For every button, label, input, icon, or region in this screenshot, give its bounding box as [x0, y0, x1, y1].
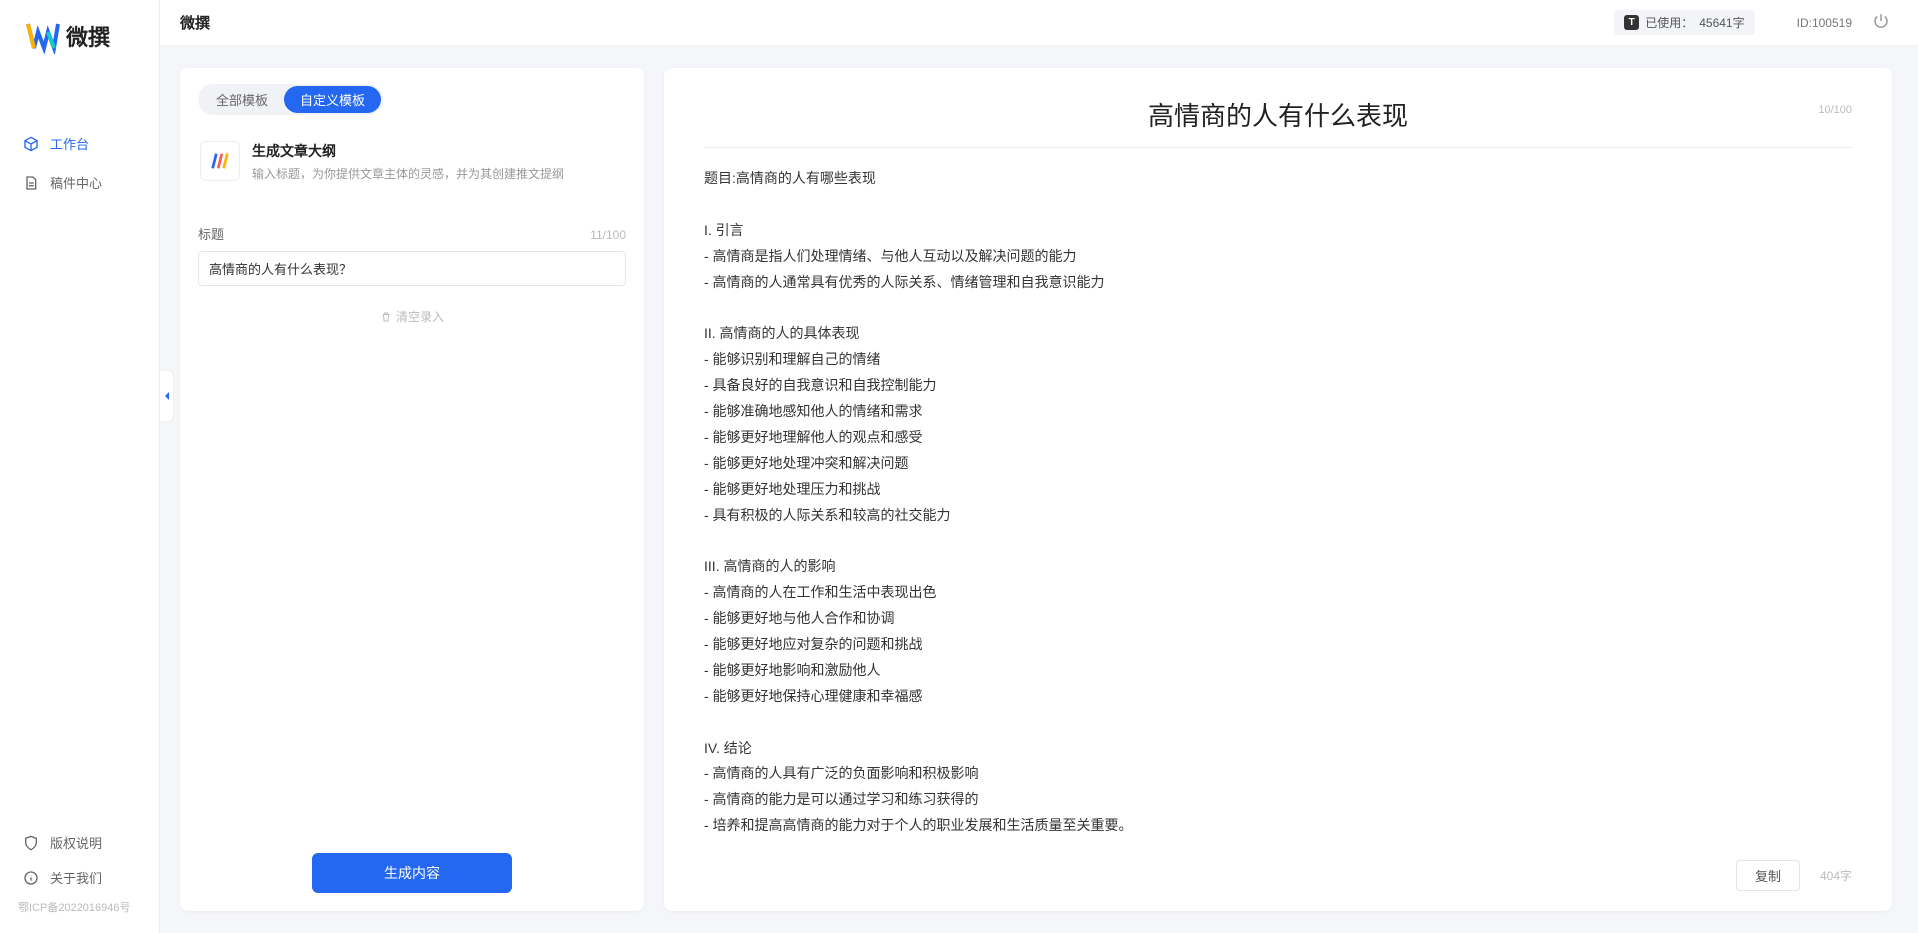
- nav-label: 稿件中心: [50, 173, 102, 192]
- trash-icon: [380, 311, 392, 323]
- nav-about[interactable]: 关于我们: [0, 860, 159, 895]
- title-label: 标题: [198, 224, 224, 243]
- user-id: ID:100519: [1797, 16, 1852, 30]
- clear-label: 清空录入: [396, 308, 444, 325]
- nav-label: 版权说明: [50, 833, 102, 852]
- topbar: 微撰 T 已使用： 45641字 ID:100519: [160, 0, 1918, 46]
- cube-icon: [22, 135, 40, 153]
- main: 微撰 T 已使用： 45641字 ID:100519 全部模板 自定义模板: [160, 0, 1918, 933]
- template-desc: 输入标题，为你提供文章主体的灵感，并为其创建推文提纲: [252, 165, 564, 182]
- output-word-count: 404字: [1820, 867, 1852, 884]
- logo-text: 微撰: [66, 20, 110, 52]
- template-card[interactable]: 生成文章大纲 输入标题，为你提供文章主体的灵感，并为其创建推文提纲: [198, 135, 626, 200]
- divider: [704, 147, 1852, 148]
- usage-value: 45641字: [1699, 14, 1744, 31]
- clear-input-button[interactable]: 清空录入: [198, 308, 626, 325]
- logo-icon: [24, 18, 60, 54]
- copy-button[interactable]: 复制: [1736, 860, 1800, 891]
- right-footer: 复制 404字: [1736, 860, 1852, 891]
- sidebar: 微撰 工作台 稿件中心 版权说明: [0, 0, 160, 933]
- right-panel: 高情商的人有什么表现 10/100 题目:高情商的人有哪些表现 I. 引言 - …: [664, 68, 1892, 911]
- text-icon: T: [1624, 15, 1639, 30]
- left-panel: 全部模板 自定义模板 生成文章大纲 输入标题，为你提供文章主体的灵感，并为其创建…: [180, 68, 644, 911]
- tab-custom[interactable]: 自定义模板: [284, 86, 381, 113]
- usage-prefix: 已使用：: [1645, 14, 1693, 31]
- doc-icon: [22, 174, 40, 192]
- tab-all[interactable]: 全部模板: [200, 86, 284, 113]
- chevron-left-icon: [163, 391, 171, 401]
- template-tabs: 全部模板 自定义模板: [198, 84, 383, 115]
- logo[interactable]: 微撰: [0, 0, 159, 64]
- page-title: 微撰: [180, 12, 210, 33]
- info-icon: [22, 869, 40, 887]
- sidebar-bottom: 版权说明 关于我们 鄂ICP备2022016946号: [0, 825, 159, 933]
- icp-text: 鄂ICP备2022016946号: [0, 895, 159, 923]
- shield-icon: [22, 834, 40, 852]
- sidebar-collapse-handle[interactable]: [160, 370, 174, 422]
- output-title[interactable]: 高情商的人有什么表现: [704, 90, 1852, 139]
- nav: 工作台 稿件中心: [0, 124, 159, 825]
- title-char-count: 11/100: [590, 228, 626, 242]
- nav-copyright[interactable]: 版权说明: [0, 825, 159, 860]
- nav-label: 关于我们: [50, 868, 102, 887]
- template-icon: [200, 141, 240, 181]
- nav-workbench[interactable]: 工作台: [0, 124, 159, 163]
- nav-drafts[interactable]: 稿件中心: [0, 163, 159, 202]
- generate-button[interactable]: 生成内容: [312, 853, 512, 893]
- usage-pill[interactable]: T 已使用： 45641字: [1614, 10, 1754, 35]
- output-body[interactable]: 题目:高情商的人有哪些表现 I. 引言 - 高情商是指人们处理情绪、与他人互动以…: [704, 166, 1852, 839]
- nav-label: 工作台: [50, 134, 89, 153]
- content: 全部模板 自定义模板 生成文章大纲 输入标题，为你提供文章主体的灵感，并为其创建…: [160, 46, 1918, 933]
- output-title-count: 10/100: [1818, 104, 1852, 116]
- title-input[interactable]: [198, 251, 626, 286]
- template-title: 生成文章大纲: [252, 141, 564, 161]
- power-icon[interactable]: [1872, 12, 1890, 33]
